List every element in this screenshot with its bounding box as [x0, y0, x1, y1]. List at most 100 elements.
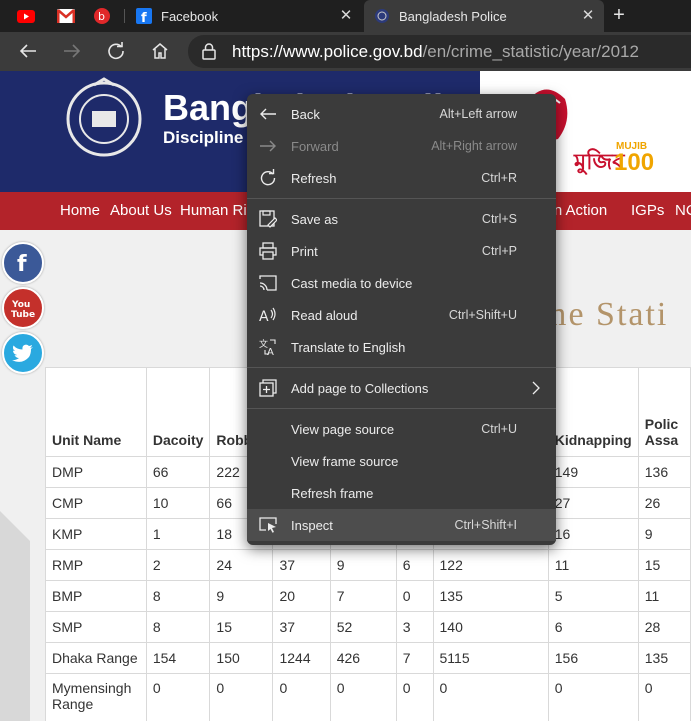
table-cell: 52 [329, 611, 397, 643]
table-cell: CMP [45, 487, 147, 519]
cast-icon [259, 274, 277, 292]
table-cell: 5 [547, 580, 639, 612]
menu-item-print[interactable]: Print Ctrl+P [247, 235, 556, 267]
table-cell: 0 [395, 580, 434, 612]
menu-item-label: Add page to Collections [291, 380, 429, 396]
table-row: RMP 2 24 37 9 6 122 11 15 [45, 549, 691, 581]
menu-item-back[interactable]: Back Alt+Left arrow [247, 98, 556, 130]
menu-item-cast-media[interactable]: Cast media to device [247, 267, 556, 299]
tab-strip: b f Facebook ✕ Bangladesh Police ✕ + [0, 0, 691, 32]
table-cell: 26 [637, 487, 691, 519]
table-cell: 11 [547, 549, 639, 581]
table-cell: KMP [45, 518, 147, 550]
nav-nc[interactable]: NC [675, 202, 691, 219]
menu-item-inspect[interactable]: Inspect Ctrl+Shift+I [247, 509, 556, 541]
table-cell: 135 [432, 580, 549, 612]
nav-home[interactable]: Home [60, 202, 100, 219]
table-cell: 20 [272, 580, 331, 612]
menu-item-translate[interactable]: 文A Translate to English [247, 331, 556, 363]
table-cell: 154 [145, 642, 211, 674]
menu-separator [247, 367, 556, 368]
mujib-logo-100: 100 [614, 149, 655, 176]
table-cell: 37 [272, 611, 331, 643]
menu-item-forward[interactable]: Forward Alt+Right arrow [247, 130, 556, 162]
table-cell: 150 [209, 642, 274, 674]
youtube-share-button[interactable]: You Tube [2, 287, 44, 329]
site-subtitle: Discipline S [163, 128, 260, 147]
forward-button[interactable] [58, 37, 86, 65]
home-button[interactable] [146, 37, 174, 65]
save-as-icon [259, 210, 277, 228]
refresh-button[interactable] [102, 37, 130, 65]
table-cell: 5115 [432, 642, 549, 674]
table-cell: 8 [145, 580, 211, 612]
table-cell: 9 [209, 580, 274, 612]
facebook-share-button[interactable]: f [2, 242, 44, 284]
table-cell: 1 [145, 518, 211, 550]
printer-icon [259, 242, 277, 260]
column-header: Polic Assa [637, 367, 691, 457]
translate-icon: 文A [259, 338, 277, 356]
table-cell: 11 [637, 580, 691, 612]
menu-item-label: Translate to English [291, 339, 406, 355]
menu-item-label: Cast media to device [291, 275, 413, 291]
table-cell: 140 [432, 611, 549, 643]
menu-item-label: Refresh [291, 170, 337, 186]
menu-item-label: Refresh frame [291, 485, 374, 501]
menu-item-shortcut: Ctrl+R [481, 171, 517, 185]
menu-item-shortcut: Ctrl+S [481, 212, 517, 226]
tab-facebook[interactable]: f Facebook ✕ [128, 0, 362, 32]
menu-item-view-frame-source[interactable]: View frame source [247, 445, 556, 477]
menu-item-label: Print [291, 243, 318, 259]
menu-item-view-page-source[interactable]: View page source Ctrl+U [247, 413, 556, 445]
menu-item-read-aloud[interactable]: A Read aloud Ctrl+Shift+U [247, 299, 556, 331]
svg-text:You: You [11, 300, 30, 310]
table-cell: 0 [209, 673, 274, 721]
collections-icon [259, 379, 277, 397]
menu-item-label: Inspect [291, 517, 333, 533]
arrow-right-icon [64, 44, 81, 58]
new-tab-button[interactable]: + [608, 4, 630, 26]
youtube-icon: YouTube [11, 300, 35, 320]
read-aloud-icon: A [259, 306, 277, 324]
nav-about-us[interactable]: About Us [110, 202, 172, 219]
back-button[interactable] [14, 37, 42, 65]
table-cell: 0 [547, 673, 639, 721]
address-bar[interactable]: https://www.police.gov.bd/en/crime_stati… [188, 35, 691, 68]
table-cell: 135 [637, 642, 691, 674]
table-cell: Mymensingh Range [45, 673, 147, 721]
table-cell: 24 [209, 549, 274, 581]
pinned-tab-red[interactable]: b [92, 6, 112, 26]
menu-item-shortcut: Alt+Right arrow [431, 139, 517, 153]
tab-bangladesh-police[interactable]: Bangladesh Police ✕ [364, 0, 604, 32]
close-tab-icon[interactable]: ✕ [338, 8, 354, 24]
twitter-share-button[interactable] [2, 332, 44, 374]
table-cell: 9 [329, 549, 397, 581]
menu-item-add-to-collections[interactable]: Add page to Collections [247, 372, 556, 404]
table-cell: 15 [209, 611, 274, 643]
home-icon [152, 43, 168, 59]
menu-item-refresh[interactable]: Refresh Ctrl+R [247, 162, 556, 194]
facebook-icon: f [17, 252, 27, 274]
table-row: Dhaka Range 154 150 1244 426 7 5115 156 135 [45, 642, 691, 674]
close-tab-icon[interactable]: ✕ [580, 8, 596, 24]
url-host: www.police.gov.bd [283, 42, 423, 61]
column-header: Kidnapping [547, 367, 639, 457]
lock-icon [202, 43, 216, 60]
table-cell: 136 [637, 456, 691, 488]
inspect-icon [259, 516, 277, 534]
nav-human-rights[interactable]: Human Rig [180, 202, 255, 219]
table-cell: 2 [145, 549, 211, 581]
table-cell: 9 [637, 518, 691, 550]
nav-igps[interactable]: IGPs [631, 202, 664, 219]
table-cell: 37 [272, 549, 331, 581]
youtube-pinned-tab[interactable] [16, 6, 36, 26]
menu-item-label: Forward [291, 138, 339, 154]
table-cell: 0 [272, 673, 331, 721]
table-cell: SMP [45, 611, 147, 643]
menu-item-save-as[interactable]: Save as Ctrl+S [247, 203, 556, 235]
menu-item-refresh-frame[interactable]: Refresh frame [247, 477, 556, 509]
gmail-pinned-tab[interactable] [56, 6, 76, 26]
table-cell: 156 [547, 642, 639, 674]
menu-item-shortcut: Ctrl+Shift+U [448, 308, 517, 322]
